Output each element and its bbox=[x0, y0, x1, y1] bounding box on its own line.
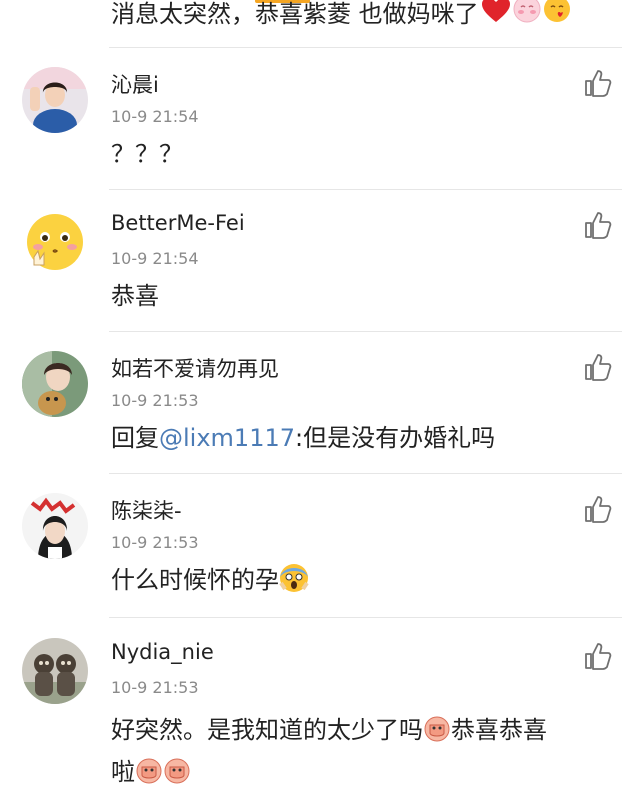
comment-body: :但是没有办婚礼吗 bbox=[295, 424, 496, 452]
avatar[interactable] bbox=[22, 209, 88, 275]
like-thumbs-up-icon[interactable] bbox=[584, 353, 612, 381]
comment-text: 回复@lixm1117:但是没有办婚礼吗 bbox=[111, 420, 610, 457]
divider bbox=[109, 331, 622, 332]
comment-body-mid: 恭喜恭喜 bbox=[451, 716, 547, 744]
like-thumbs-up-icon[interactable] bbox=[584, 642, 612, 670]
divider bbox=[109, 617, 622, 618]
comment-body: 什么时候怀的孕 bbox=[111, 566, 279, 594]
timestamp: 10-9 21:53 bbox=[111, 533, 199, 552]
like-thumbs-up-icon[interactable] bbox=[584, 495, 612, 523]
divider bbox=[109, 473, 622, 474]
username[interactable]: 沁晨i bbox=[111, 69, 159, 99]
divider bbox=[109, 47, 622, 48]
avatar[interactable] bbox=[22, 493, 88, 559]
top-comment-body: 消息太突然，恭喜紫菱 也做妈咪了 bbox=[111, 0, 479, 28]
divider bbox=[109, 189, 622, 190]
comment-body-line2: 啦 bbox=[111, 758, 135, 786]
username[interactable]: Nydia_nie bbox=[111, 640, 214, 664]
comment-text: 恭喜 bbox=[111, 282, 159, 310]
username[interactable]: BetterMe-Fei bbox=[111, 211, 245, 235]
heart-emoji-icon bbox=[481, 0, 511, 35]
shy-face-emoji-icon bbox=[513, 0, 541, 35]
kiss-face-emoji-icon bbox=[543, 0, 571, 35]
avatar[interactable] bbox=[22, 638, 88, 704]
mention-link[interactable]: @lixm1117 bbox=[159, 424, 295, 452]
like-thumbs-up-icon[interactable] bbox=[584, 69, 612, 97]
comment-text: ？？？ bbox=[111, 140, 183, 168]
avatar[interactable] bbox=[22, 67, 88, 133]
top-comment-text: 消息太突然，恭喜紫菱 也做妈咪了 bbox=[111, 0, 571, 35]
timestamp: 10-9 21:53 bbox=[111, 678, 199, 697]
reply-prefix: 回复 bbox=[111, 424, 159, 452]
like-thumbs-up-icon[interactable] bbox=[584, 211, 612, 239]
timestamp: 10-9 21:54 bbox=[111, 107, 199, 126]
timestamp: 10-9 21:53 bbox=[111, 391, 199, 410]
timestamp: 10-9 21:54 bbox=[111, 249, 199, 268]
fist-salute-emoji-icon bbox=[135, 757, 163, 796]
comment-text: 什么时候怀的孕 bbox=[111, 562, 610, 604]
comment-text: 好突然。是我知道的太少了吗 恭喜恭喜啦 bbox=[111, 712, 610, 796]
username[interactable]: 如若不爱请勿再见 bbox=[111, 353, 279, 383]
scream-face-emoji-icon bbox=[279, 563, 309, 604]
comment-body-line1: 好突然。是我知道的太少了吗 bbox=[111, 716, 423, 744]
fist-salute-emoji-icon bbox=[163, 757, 191, 796]
fist-salute-emoji-icon bbox=[423, 715, 451, 754]
avatar[interactable] bbox=[22, 351, 88, 417]
username[interactable]: 陈柒柒- bbox=[111, 495, 182, 525]
